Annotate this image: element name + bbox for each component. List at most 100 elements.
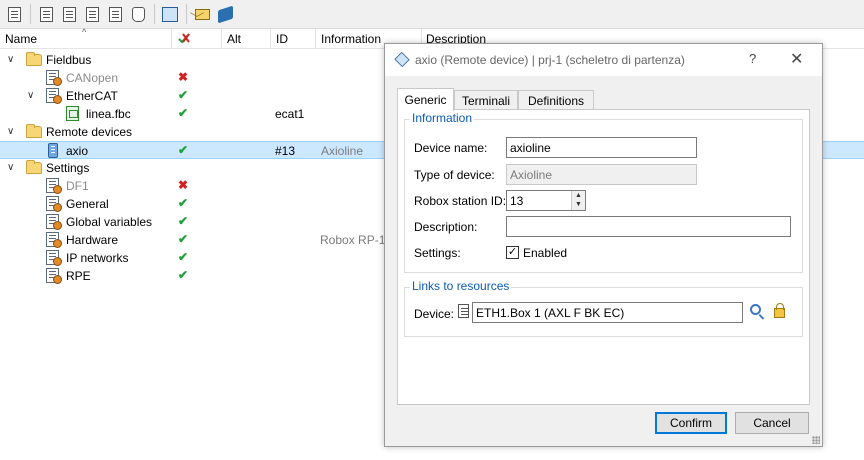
- remote-device-icon: [48, 143, 58, 158]
- folder-icon: [26, 160, 42, 174]
- config-node-icon: [46, 268, 62, 284]
- fbc-file-icon: [66, 106, 79, 121]
- tab-definitions[interactable]: Definitions: [518, 90, 594, 110]
- tab-generic[interactable]: Generic: [397, 88, 454, 111]
- status-ok-icon: ✔: [178, 196, 189, 210]
- node-label: Hardware: [66, 233, 119, 247]
- remote-device-dialog: axio (Remote device) | prj-1 (scheletro …: [384, 43, 823, 447]
- remote-device-icon: [394, 51, 410, 68]
- node-label: CANopen: [66, 71, 119, 85]
- config-node-icon: [46, 250, 62, 266]
- config-button[interactable]: [3, 3, 25, 25]
- status-column-icon[interactable]: [177, 31, 191, 45]
- device-link-field[interactable]: ETH1.Box 1 (AXL F BK EC): [472, 302, 743, 323]
- toolbar-separator: [186, 4, 187, 24]
- status-ok-icon: ✔: [178, 268, 189, 282]
- page-3-icon: [85, 6, 99, 22]
- sort-ascending-icon: ^: [82, 27, 87, 37]
- envelope-button[interactable]: [191, 3, 213, 25]
- config-node-icon: [46, 70, 62, 86]
- node-id: #13: [275, 144, 296, 158]
- status-error-icon: ✖: [178, 178, 189, 192]
- station-id-label: Robox station ID:: [414, 194, 507, 208]
- hand-icon: [131, 6, 145, 22]
- collapse-chevron-icon[interactable]: ∨: [27, 90, 34, 101]
- column-id[interactable]: ID: [276, 32, 288, 46]
- status-error-icon: ✖: [178, 70, 189, 84]
- toolbar-separator: [30, 4, 31, 24]
- page-1-icon: [39, 6, 53, 22]
- node-information: Robox RP-1: [320, 233, 386, 247]
- column-alt[interactable]: Alt: [227, 32, 241, 46]
- enabled-label[interactable]: Enabled: [523, 246, 567, 260]
- tree-icon: [162, 6, 178, 22]
- hand-button[interactable]: [127, 3, 149, 25]
- device-link-label: Device:: [414, 307, 455, 321]
- generic-tab-panel: Information Device name: axioline Type o…: [397, 109, 810, 405]
- collapse-chevron-icon[interactable]: ∨: [7, 126, 14, 137]
- status-ok-icon: ✔: [178, 106, 189, 120]
- station-id-value: 13: [510, 194, 524, 208]
- collapse-chevron-icon[interactable]: ∨: [7, 54, 14, 65]
- node-label: RPE: [66, 269, 91, 283]
- status-ok-icon: ✔: [178, 88, 189, 102]
- page-4-button[interactable]: [104, 3, 126, 25]
- device-name-input[interactable]: axioline: [506, 137, 697, 158]
- cancel-button[interactable]: Cancel: [735, 412, 809, 434]
- device-name-label: Device name:: [414, 141, 488, 155]
- book-button[interactable]: [214, 3, 236, 25]
- enabled-checkbox[interactable]: ✓: [506, 246, 519, 259]
- column-information[interactable]: Information: [321, 32, 381, 46]
- folder-icon: [26, 52, 42, 66]
- node-label: Fieldbus: [46, 53, 92, 67]
- page-3-button[interactable]: [81, 3, 103, 25]
- description-input[interactable]: [506, 216, 791, 237]
- node-id: ecat1: [275, 107, 305, 121]
- links-group: Links to resources Device: ETH1.Box 1 (A…: [404, 279, 803, 337]
- tree-button[interactable]: [159, 3, 181, 25]
- column-divider[interactable]: [315, 29, 316, 49]
- page-1-button[interactable]: [35, 3, 57, 25]
- node-label: axio: [66, 144, 89, 158]
- toolbar-separator: [154, 4, 155, 24]
- toolbar: [0, 0, 864, 29]
- page-2-button[interactable]: [58, 3, 80, 25]
- dialog-title-bar[interactable]: axio (Remote device) | prj-1 (scheletro …: [385, 44, 822, 76]
- status-ok-icon: ✔: [178, 214, 189, 228]
- confirm-button[interactable]: Confirm: [655, 412, 727, 434]
- resize-grip-icon[interactable]: [812, 436, 820, 444]
- node-label: EtherCAT: [66, 89, 118, 103]
- spin-up-icon[interactable]: ▲: [575, 192, 582, 199]
- envelope-icon: [194, 8, 210, 20]
- help-button[interactable]: ?: [749, 51, 756, 66]
- config-node-icon: [46, 196, 62, 212]
- lock-icon[interactable]: [774, 303, 785, 318]
- column-divider[interactable]: [221, 29, 222, 49]
- spin-down-icon[interactable]: ▼: [575, 201, 582, 208]
- station-id-stepper[interactable]: 13 ▲ ▼: [506, 190, 586, 211]
- config-node-icon: [46, 232, 62, 248]
- search-icon[interactable]: [750, 304, 761, 315]
- book-icon: [217, 5, 233, 23]
- node-label: IP networks: [66, 251, 129, 265]
- config-node-icon: [46, 88, 62, 104]
- node-label: General: [66, 197, 109, 211]
- information-group: Information Device name: axioline Type o…: [404, 111, 803, 273]
- config-node-icon: [46, 178, 62, 194]
- page-4-icon: [108, 6, 122, 22]
- collapse-chevron-icon[interactable]: ∨: [7, 162, 14, 173]
- node-label: Remote devices: [46, 125, 133, 139]
- config-node-icon: [46, 214, 62, 230]
- column-name[interactable]: Name: [5, 32, 37, 46]
- node-label: linea.fbc: [86, 107, 131, 121]
- close-icon[interactable]: ✕: [790, 49, 803, 69]
- column-divider[interactable]: [171, 29, 172, 49]
- dialog-title: axio (Remote device) | prj-1 (scheletro …: [415, 53, 685, 67]
- tab-terminali[interactable]: Terminali: [454, 90, 518, 110]
- node-information: Axioline: [321, 144, 364, 158]
- station-id-spinner[interactable]: ▲ ▼: [571, 191, 585, 210]
- folder-icon: [26, 124, 42, 138]
- node-label: DF1: [66, 179, 89, 193]
- column-divider[interactable]: [270, 29, 271, 49]
- description-label: Description:: [414, 220, 478, 234]
